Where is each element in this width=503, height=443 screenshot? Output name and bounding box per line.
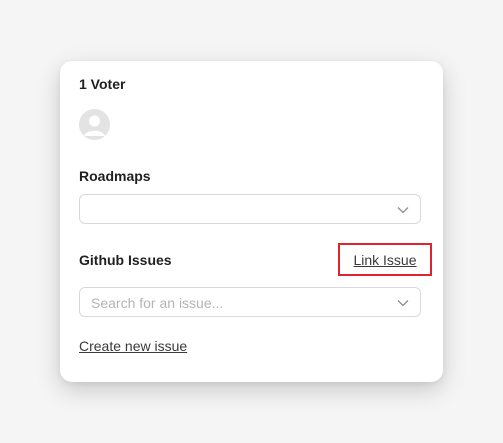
issue-panel-card: 1 Voter Roadmaps Github Issues Link Issu… [60, 61, 443, 382]
voters-count-title: 1 Voter [79, 76, 126, 92]
chevron-down-icon [397, 207, 409, 214]
issue-search-select[interactable]: Search for an issue... [79, 287, 421, 317]
github-issues-label: Github Issues [79, 252, 172, 268]
roadmaps-select[interactable] [79, 194, 421, 224]
link-issue-link[interactable]: Link Issue [340, 252, 430, 268]
link-issue-highlight: Link Issue [338, 243, 432, 276]
user-avatar-placeholder-icon[interactable] [79, 109, 110, 140]
chevron-down-icon [397, 300, 409, 307]
roadmaps-label: Roadmaps [79, 168, 151, 184]
create-new-issue-link[interactable]: Create new issue [79, 338, 187, 354]
issue-search-placeholder: Search for an issue... [91, 295, 224, 311]
